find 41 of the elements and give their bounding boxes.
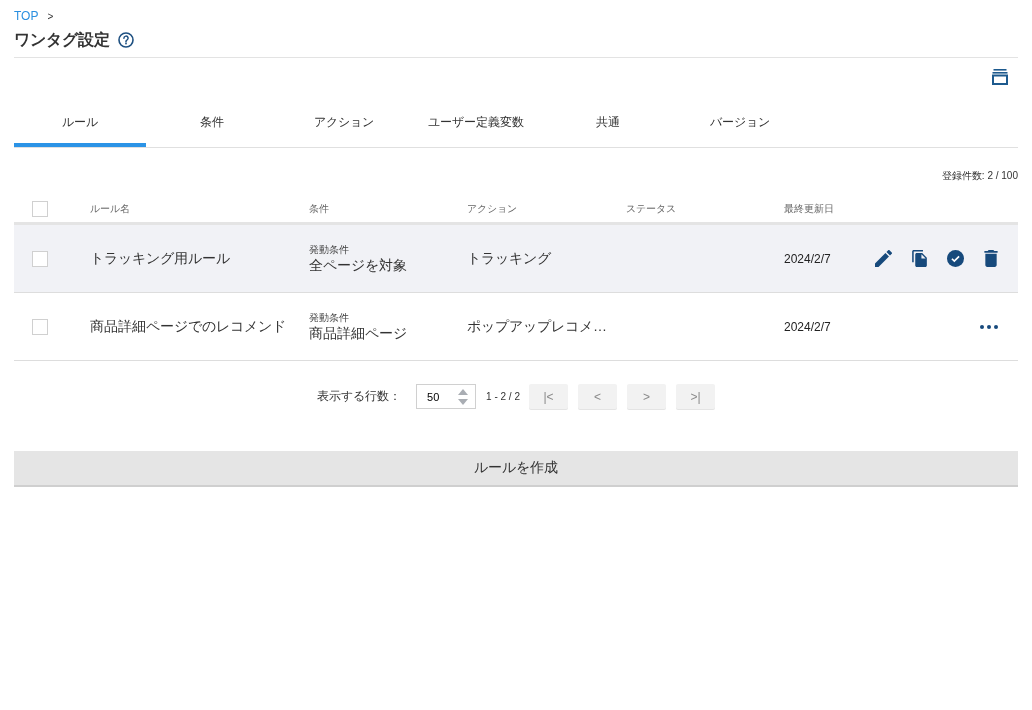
row-checkbox[interactable] [32, 318, 48, 335]
trash-icon[interactable] [984, 250, 998, 267]
updated-date: 2024/2/7 [784, 319, 832, 334]
select-all-checkbox[interactable] [32, 200, 48, 217]
column-header: 条件 [309, 201, 330, 216]
copy-icon[interactable] [912, 250, 927, 267]
condition-label: 発動条件 [309, 311, 349, 324]
rows-per-page-select[interactable]: 50 [416, 384, 477, 409]
row-checkbox[interactable] [32, 250, 48, 267]
column-header: 最終更新日 [784, 201, 835, 216]
tab[interactable]: 共通 [542, 106, 674, 147]
page-range: 1 - 2 / 2 [486, 391, 520, 402]
tab[interactable]: 条件 [146, 106, 278, 147]
archive-box-icon[interactable] [992, 69, 1008, 85]
tab[interactable]: バージョン [674, 106, 806, 147]
pencil-icon[interactable] [875, 250, 892, 267]
help-icon[interactable] [118, 32, 134, 48]
page-title: ワンタグ設定 [14, 29, 110, 50]
table-row[interactable]: 商品詳細ページでのレコメンド 発動条件 商品詳細ページ ポップアップレコメ… 2024/2/7 [14, 293, 1018, 361]
record-count: 登録件数: 2 / 100 [941, 169, 1018, 183]
rule-name: トラッキング用ルール [90, 249, 231, 268]
updated-date: 2024/2/7 [784, 251, 832, 266]
table-row[interactable]: トラッキング用ルール 発動条件 全ページを対象 トラッキング 2024/2/7 [14, 225, 1018, 293]
column-header: ルール名 [90, 201, 131, 216]
column-header: ステータス [626, 201, 677, 216]
rule-name: 商品詳細ページでのレコメンド [90, 317, 287, 336]
breadcrumb-separator: > [47, 10, 54, 22]
rows-per-page-label: 表示する行数： [317, 388, 402, 405]
condition-label: 発動条件 [309, 243, 349, 256]
action-name: ポップアップレコメ… [467, 317, 608, 336]
column-header: アクション [467, 201, 518, 216]
breadcrumb-link[interactable]: TOP [14, 9, 39, 23]
tab[interactable]: アクション [278, 106, 410, 147]
more-icon[interactable] [980, 324, 998, 329]
action-name: トラッキング [467, 249, 552, 268]
check-circle-icon[interactable] [947, 250, 964, 267]
tab[interactable]: ユーザー定義変数 [410, 106, 542, 147]
condition-value: 全ページを対象 [309, 255, 407, 274]
tab[interactable]: ルール [14, 106, 146, 147]
condition-value: 商品詳細ページ [309, 323, 407, 342]
create-rule-button[interactable]: ルールを作成 [14, 451, 1018, 487]
